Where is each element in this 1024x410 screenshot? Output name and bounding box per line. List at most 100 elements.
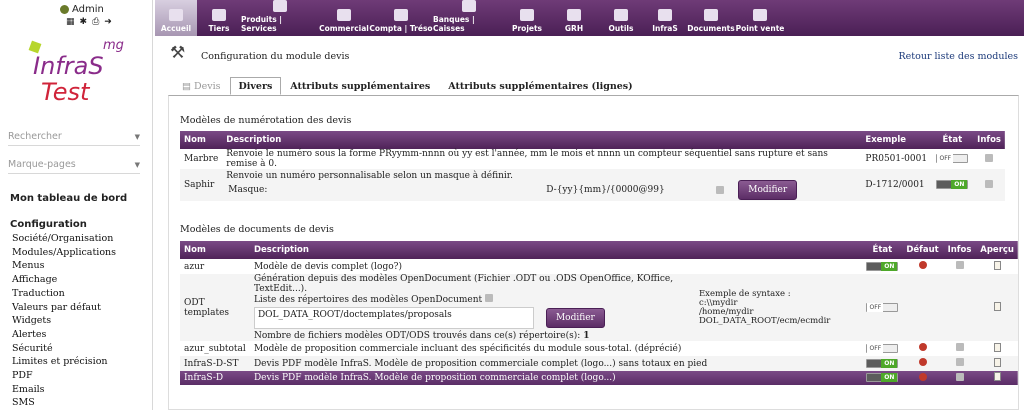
state-toggle[interactable]: [866, 373, 899, 382]
col-exemple: Exemple: [865, 135, 907, 145]
config-item-securite[interactable]: Sécurité: [12, 342, 116, 356]
menu-banques[interactable]: Banques | Caisses: [433, 0, 505, 36]
default-off-icon[interactable]: [918, 343, 927, 351]
user-info[interactable]: Admin: [60, 4, 104, 15]
documents-table: Nom Description État Défaut Infos Aperçu…: [180, 241, 1018, 385]
menu-label: Point vente: [735, 24, 785, 33]
mask-label: Masque:: [228, 185, 268, 195]
info-icon[interactable]: [955, 343, 964, 351]
print-icon[interactable]: ⎙: [92, 17, 99, 27]
config-item-limites[interactable]: Limites et précision: [12, 355, 116, 369]
config-item-emails[interactable]: Emails: [12, 383, 116, 397]
product-icon: [273, 0, 287, 12]
chevron-down-icon: ▼: [134, 160, 140, 169]
row-name: InfraS-D: [184, 373, 224, 383]
numbering-section-title: Modèles de numérotation des devis: [180, 115, 352, 126]
help-icon[interactable]: [485, 294, 494, 302]
preview-icon[interactable]: [993, 372, 1001, 381]
menu-tiers[interactable]: Tiers: [197, 0, 241, 36]
dashboard-link[interactable]: Mon tableau de bord: [10, 193, 127, 204]
default-off-icon[interactable]: [918, 372, 927, 381]
logout-icon[interactable]: ➜: [104, 17, 112, 27]
row-name: azur_subtotal: [184, 343, 246, 354]
col-apercu: Aperçu: [980, 245, 1014, 255]
menu-label: Tiers: [208, 24, 230, 33]
company-logo[interactable]: mg InfraS Test: [25, 38, 135, 110]
cash-register-icon: [753, 9, 767, 21]
row-name: Saphir: [184, 180, 215, 190]
state-toggle[interactable]: [866, 343, 899, 353]
state-toggle[interactable]: [866, 358, 899, 368]
state-toggle[interactable]: [866, 302, 899, 312]
config-item-affichage[interactable]: Affichage: [12, 273, 116, 287]
config-item-pdf[interactable]: PDF: [12, 369, 116, 383]
calculator-icon[interactable]: ▦: [66, 17, 75, 27]
help-icon[interactable]: [716, 186, 725, 194]
preview-icon[interactable]: [993, 301, 1001, 311]
config-item-widgets[interactable]: Widgets: [12, 314, 116, 328]
info-icon[interactable]: [985, 179, 994, 188]
templates-dir-textarea[interactable]: DOL_DATA_ROOT/doctemplates/proposals: [253, 307, 534, 329]
accounting-icon: [394, 9, 408, 21]
config-item-traduction[interactable]: Traduction: [12, 287, 116, 301]
numbering-table: Nom Description Exemple État Infos Marbr…: [180, 131, 1005, 201]
page-title: Configuration du module devis: [201, 51, 350, 62]
bookmarks-select[interactable]: Marque-pages ▼: [8, 156, 140, 174]
menu-projets[interactable]: Projets: [505, 0, 549, 36]
preview-icon[interactable]: [993, 357, 1001, 367]
config-item-alertes[interactable]: Alertes: [12, 328, 116, 342]
config-item-modules[interactable]: Modules/Applications: [12, 246, 116, 260]
menu-produits[interactable]: Produits | Services: [241, 0, 319, 36]
preview-icon[interactable]: [993, 260, 1001, 270]
info-icon[interactable]: [955, 261, 964, 269]
table-row: azur Modèle de devis complet (logo?): [180, 259, 1018, 274]
hrm-icon: [567, 9, 581, 21]
default-off-icon[interactable]: [918, 261, 927, 269]
info-icon[interactable]: [985, 153, 994, 162]
menu-documents[interactable]: Documents: [687, 0, 735, 36]
config-item-societe[interactable]: Société/Organisation: [12, 232, 116, 246]
tab-divers[interactable]: Divers: [229, 77, 282, 95]
config-menu-title[interactable]: Configuration: [10, 219, 87, 230]
config-item-sms[interactable]: SMS: [12, 396, 116, 410]
col-nom: Nom: [184, 245, 206, 255]
menu-accueil[interactable]: Accueil: [155, 0, 197, 36]
mask-input[interactable]: D-{yy}{mm}/{0000@99}: [546, 185, 716, 195]
tab-attributs-lignes[interactable]: Attributs supplémentaires (lignes): [439, 77, 641, 95]
menu-commercial[interactable]: Commercial: [319, 0, 369, 36]
col-defaut: Défaut: [906, 245, 939, 255]
menu-label: GRH: [564, 24, 584, 33]
table-row: ODT templates Génération depuis des modè…: [180, 274, 1018, 341]
modify-mask-button[interactable]: Modifier: [738, 180, 798, 200]
user-name[interactable]: Admin: [72, 4, 104, 15]
config-item-valeurs[interactable]: Valeurs par défaut: [12, 301, 116, 315]
row-description: Modèle de devis complet (logo?): [253, 261, 402, 272]
documents-section-title: Modèles de documents de devis: [180, 224, 334, 235]
menu-label: Produits | Services: [241, 15, 283, 33]
bank-icon: [462, 0, 476, 12]
tab-label: Devis: [194, 81, 221, 92]
menu-compta[interactable]: Compta | Tréso: [369, 0, 433, 36]
tab-devis[interactable]: ▤ Devis: [173, 77, 230, 95]
default-off-icon[interactable]: [918, 358, 927, 366]
chevron-down-icon: ▼: [134, 132, 140, 141]
config-item-menus[interactable]: Menus: [12, 259, 116, 273]
logo-line2: Test: [41, 78, 90, 106]
row-description-cell: Génération depuis des modèles OpenDocume…: [250, 274, 862, 341]
modify-dir-button[interactable]: Modifier: [545, 308, 605, 328]
search-select[interactable]: Rechercher ▼: [8, 128, 140, 146]
info-icon[interactable]: [955, 372, 964, 381]
tab-attributs[interactable]: Attributs supplémentaires: [281, 77, 439, 95]
table-row: Marbre Renvoie le numéro sous la forme P…: [180, 149, 1005, 169]
menu-infras[interactable]: InfraS: [643, 0, 687, 36]
state-toggle[interactable]: [866, 261, 899, 271]
state-toggle[interactable]: [936, 154, 969, 163]
info-icon[interactable]: [955, 358, 964, 366]
preview-icon[interactable]: [993, 342, 1001, 352]
menu-outils[interactable]: Outils: [599, 0, 643, 36]
state-toggle[interactable]: [936, 180, 969, 189]
bug-icon[interactable]: ✱: [80, 17, 88, 27]
back-to-modules-link[interactable]: Retour liste des modules: [899, 51, 1018, 62]
menu-grh[interactable]: GRH: [549, 0, 599, 36]
menu-point-vente[interactable]: Point vente: [735, 0, 785, 36]
